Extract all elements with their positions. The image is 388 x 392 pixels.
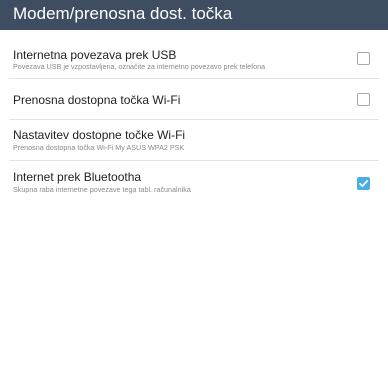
pref-title: Internetna povezava prek USB — [13, 48, 177, 62]
pref-wifi-hotspot[interactable]: Prenosna dostopna točka Wi-Fi — [0, 79, 388, 119]
action-bar: Modem/prenosna dost. točka — [0, 0, 388, 30]
page-title: Modem/prenosna dost. točka — [13, 4, 233, 23]
wifi-hotspot-checkbox[interactable] — [357, 93, 370, 106]
pref-title: Nastavitev dostopne točke Wi-Fi — [13, 128, 186, 142]
pref-summary: Skupna raba internetne povezave tega tab… — [13, 185, 191, 194]
pref-usb-tethering[interactable]: Internetna povezava prek USB Povezava US… — [0, 30, 388, 78]
bluetooth-tethering-checkbox[interactable] — [357, 177, 370, 190]
pref-bluetooth-tethering[interactable]: Internet prek Bluetootha Skupna raba int… — [0, 161, 388, 201]
pref-title: Prenosna dostopna točka Wi-Fi — [13, 93, 181, 107]
pref-summary: Povezava USB je vzpostavljena, označite … — [13, 62, 266, 71]
pref-summary: Prenosna dostopna točka Wi-Fi My ASUS WP… — [13, 143, 185, 152]
tethering-settings-screen: Modem/prenosna dost. točka Internetna po… — [0, 0, 388, 392]
checkmark-icon — [359, 180, 369, 187]
usb-tethering-checkbox[interactable] — [357, 52, 370, 65]
pref-wifi-hotspot-setup[interactable]: Nastavitev dostopne točke Wi-Fi Prenosna… — [0, 120, 388, 160]
pref-title: Internet prek Bluetootha — [13, 170, 142, 184]
